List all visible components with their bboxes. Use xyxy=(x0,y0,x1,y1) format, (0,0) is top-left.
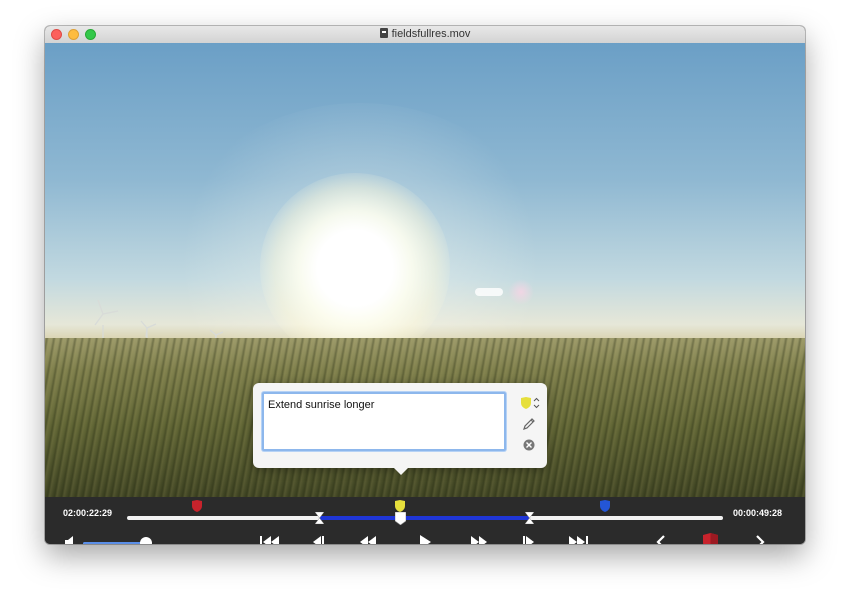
rewind-button[interactable] xyxy=(358,533,378,544)
popover-arrow xyxy=(393,467,409,475)
speaker-icon[interactable] xyxy=(65,536,77,544)
skip-to-start-icon xyxy=(260,536,279,544)
marker-red[interactable] xyxy=(192,500,202,512)
fast-forward-icon xyxy=(471,536,487,544)
selection-start-handle[interactable] xyxy=(315,512,324,524)
marker-shield-icon xyxy=(702,533,718,544)
volume-slider[interactable] xyxy=(83,542,145,544)
current-time: 02:00:22:29 xyxy=(63,508,113,518)
selection-range xyxy=(319,516,530,520)
pencil-icon[interactable] xyxy=(522,417,536,431)
chevron-left-icon xyxy=(656,535,665,544)
remaining-time: 00:00:49:28 xyxy=(733,508,783,518)
window-title: fieldsfullres.mov xyxy=(45,26,805,43)
marker-yellow[interactable] xyxy=(395,500,405,512)
previous-marker-button[interactable] xyxy=(654,533,668,544)
yellow-shield-icon xyxy=(521,397,531,409)
delete-circle-icon[interactable] xyxy=(523,439,535,451)
stepper-arrows-icon xyxy=(533,397,540,409)
skip-to-end-button[interactable] xyxy=(567,533,589,544)
selection-end-handle[interactable] xyxy=(525,512,534,524)
step-forward-button[interactable] xyxy=(521,533,537,544)
add-marker-button[interactable] xyxy=(701,533,719,544)
marker-blue[interactable] xyxy=(600,500,610,512)
playhead[interactable] xyxy=(395,512,406,525)
annotation-popover: Extend sunrise longer xyxy=(253,383,547,468)
fast-forward-button[interactable] xyxy=(469,533,489,544)
step-back-button[interactable] xyxy=(310,533,326,544)
chevron-right-icon xyxy=(756,535,765,544)
step-back-icon xyxy=(313,536,324,544)
next-marker-button[interactable] xyxy=(753,533,767,544)
movie-file-icon xyxy=(379,28,388,38)
marker-color-picker[interactable] xyxy=(521,397,540,409)
play-icon xyxy=(420,535,431,544)
title-bar[interactable]: fieldsfullres.mov xyxy=(45,26,805,44)
window-title-text: fieldsfullres.mov xyxy=(391,28,471,40)
control-bar: 02:00:22:29 00:00:49:28 xyxy=(45,497,805,544)
rewind-icon xyxy=(360,536,376,544)
skip-to-end-icon xyxy=(569,536,588,544)
play-button[interactable] xyxy=(417,533,433,544)
annotation-note-field[interactable]: Extend sunrise longer xyxy=(262,392,506,451)
skip-to-start-button[interactable] xyxy=(259,533,281,544)
step-forward-icon xyxy=(523,536,534,544)
volume-knob[interactable] xyxy=(140,537,152,544)
